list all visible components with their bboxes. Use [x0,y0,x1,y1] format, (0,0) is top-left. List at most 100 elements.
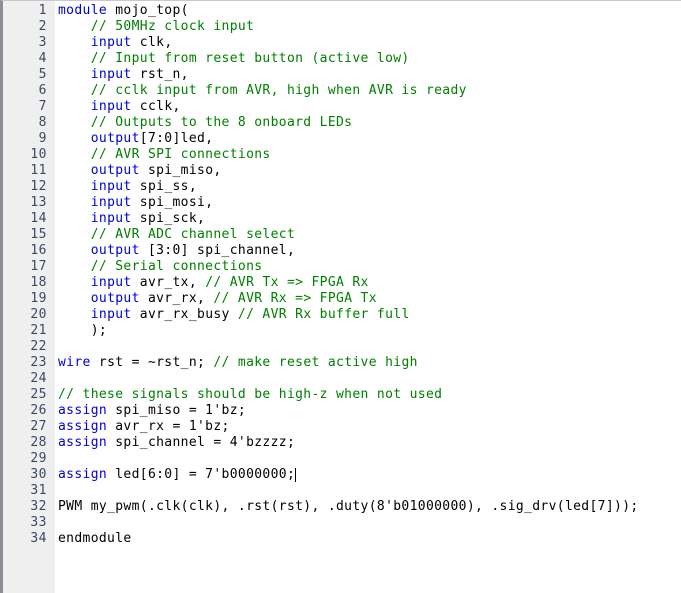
code-line[interactable]: endmodule [58,531,132,547]
token-plain: [7:0]led, [139,131,214,146]
code-line[interactable]: // these signals should be high-z when n… [58,387,442,403]
code-line[interactable]: output spi_miso, [58,163,222,179]
code-line[interactable]: // Serial connections [58,259,262,275]
line-number: 3 [38,35,47,50]
token-keyword: input [90,275,132,290]
token-comment: // these signals should be high-z when n… [58,387,443,402]
token-comment: // make reset active high [213,355,418,370]
token-plain: led[6:0] = 7'b0000000; [107,467,296,482]
code-line[interactable]: // Input from reset button (active low) [58,51,410,67]
line-number: 18 [30,275,47,290]
token-comment: // cclk input from AVR, high when AVR is… [58,83,467,98]
token-plain: spi_mosi, [131,195,214,210]
line-number: 8 [38,115,47,130]
token-plain: PWM my_pwm(.clk(clk), .rst(rst), .duty(8… [58,499,639,514]
line-number: 23 [30,355,47,370]
code-line[interactable]: ); [58,323,107,339]
line-number: 15 [30,227,47,242]
code-line[interactable]: // AVR SPI connections [58,147,271,163]
token-plain: cclk, [131,99,181,114]
code-line[interactable]: input rst_n, [58,67,189,83]
token-comment: // AVR ADC channel select [58,227,296,242]
token-plain: avr_rx, [139,291,214,306]
code-line[interactable]: module mojo_top( [58,3,189,19]
line-number: 13 [30,195,47,210]
code-line[interactable]: assign spi_miso = 1'bz; [58,403,246,419]
line-number: 2 [38,19,47,34]
token-comment: // AVR Rx => FPGA Tx [213,291,377,306]
token-keyword: input [90,211,132,226]
line-number: 21 [30,323,47,338]
token-keyword: input [90,99,132,114]
token-plain: mojo_top( [107,3,189,18]
token-keyword: assign [58,403,108,418]
token-plain: spi_miso = 1'bz; [107,403,247,418]
code-line[interactable]: // cclk input from AVR, high when AVR is… [58,83,467,99]
code-line[interactable]: assign spi_channel = 4'bzzzz; [58,435,295,451]
token-comment: // AVR Tx => FPGA Rx [205,275,369,290]
token-keyword: input [90,67,132,82]
token-plain: spi_ss, [131,179,198,194]
line-number: 22 [30,339,47,354]
code-line[interactable]: // 50MHz clock input [58,19,254,35]
code-line[interactable]: input cclk, [58,99,181,115]
token-keyword: input [90,307,132,322]
token-plain: spi_sck, [131,211,206,226]
code-line[interactable]: PWM my_pwm(.clk(clk), .rst(rst), .duty(8… [58,499,639,515]
code-line[interactable]: input avr_tx, // AVR Tx => FPGA Rx [58,275,369,291]
token-keyword: assign [58,435,108,450]
line-number: 17 [30,259,47,274]
code-line[interactable]: output[7:0]led, [58,131,213,147]
code-line[interactable]: output avr_rx, // AVR Rx => FPGA Tx [58,291,377,307]
code-line[interactable]: assign led[6:0] = 7'b0000000; [58,467,295,483]
token-plain: endmodule [58,531,132,546]
token-comment: // AVR Rx buffer full [237,307,410,322]
line-number: 4 [38,51,47,66]
line-number: 28 [30,435,47,450]
token-plain: spi_miso, [139,163,222,178]
token-keyword: output [90,163,140,178]
token-keyword: assign [58,419,108,434]
token-keyword: output [90,243,140,258]
line-number: 34 [30,531,47,546]
token-plain: spi_channel = 4'bzzzz; [107,435,296,450]
token-keyword: output [90,291,140,306]
line-number: 24 [30,371,47,386]
line-number: 5 [38,67,47,82]
token-keyword: input [90,195,132,210]
code-line[interactable]: input avr_rx_busy // AVR Rx buffer full [58,307,410,323]
code-line[interactable]: input spi_sck, [58,211,205,227]
code-line[interactable]: output [3:0] spi_channel, [58,243,295,259]
line-number: 27 [30,419,47,434]
code-line[interactable]: // Outputs to the 8 onboard LEDs [58,115,352,131]
token-keyword: output [90,131,140,146]
line-number: 11 [30,163,47,178]
code-text-area[interactable]: module mojo_top( // 50MHz clock input in… [55,1,681,593]
code-line[interactable]: input clk, [58,35,173,51]
line-number: 7 [38,99,47,114]
code-line[interactable]: wire rst = ~rst_n; // make reset active … [58,355,418,371]
text-caret [295,468,297,482]
line-number: 32 [30,499,47,514]
code-line[interactable]: // AVR ADC channel select [58,227,295,243]
line-number: 31 [30,483,47,498]
code-line[interactable]: assign avr_rx = 1'bz; [58,419,230,435]
code-line[interactable]: input spi_mosi, [58,195,213,211]
line-number-gutter: 1 2 3 4 5 6 7 8 9 10 11 12 13 14 15 16 17 18 19 20 21 22 23 24 2… [3,1,55,593]
token-plain: ); [58,323,108,338]
code-line[interactable]: input spi_ss, [58,179,197,195]
token-plain: clk, [131,35,173,50]
line-number: 20 [30,307,47,322]
token-keyword: input [90,179,132,194]
code-editor[interactable]: 1 2 3 4 5 6 7 8 9 10 11 12 13 14 15 16 17 18 19 20 21 22 23 24 2… [0,0,681,593]
line-number: 14 [30,211,47,226]
